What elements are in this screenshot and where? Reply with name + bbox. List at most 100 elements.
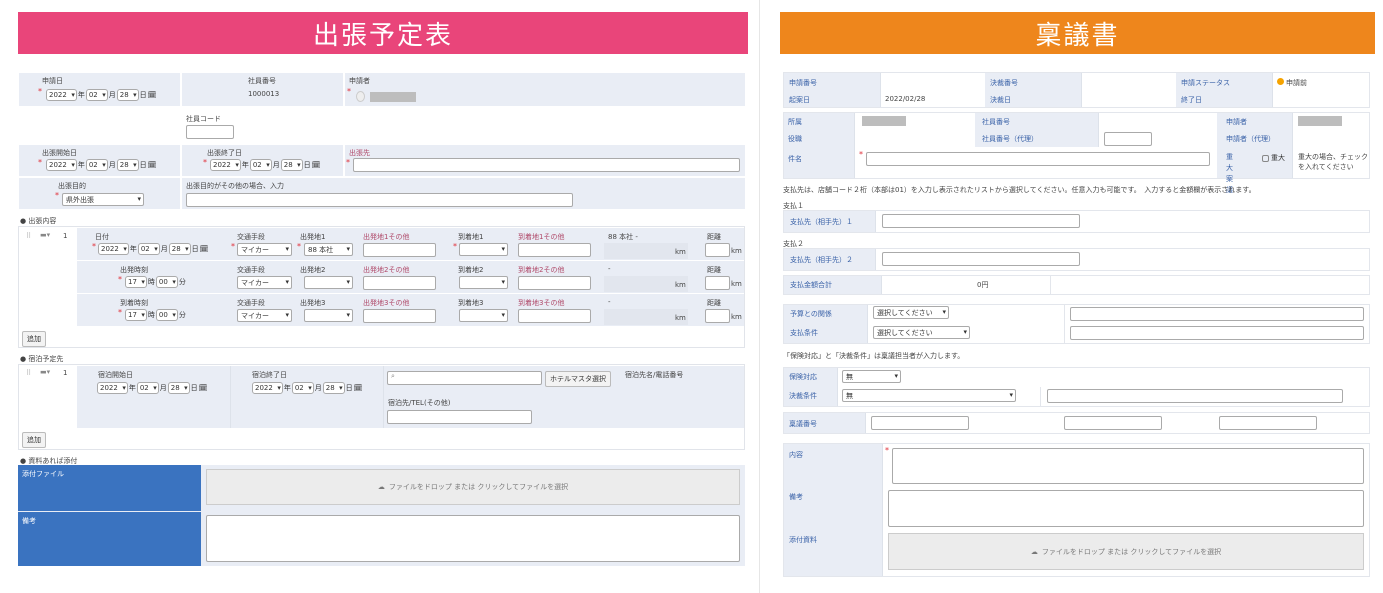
to-other-input[interactable] <box>518 276 591 290</box>
notes-textarea[interactable] <box>888 490 1364 527</box>
depart-time-picker[interactable]: 17時 00分 <box>125 276 186 288</box>
add-trip-button[interactable]: 追加 <box>22 331 46 347</box>
month-select[interactable]: 02 <box>249 159 272 171</box>
end-date-picker[interactable]: 2022年 02月 28日🗓 <box>210 159 321 171</box>
status-label: 終了日 <box>1181 96 1202 104</box>
day-select[interactable]: 28 <box>322 382 345 394</box>
calendar-icon[interactable]: 🗓 <box>312 161 321 169</box>
drag-handle-icon[interactable]: ⠿ <box>26 232 31 240</box>
arrive-time-picker[interactable]: 17時 00分 <box>125 309 186 321</box>
day-select[interactable]: 28 <box>167 382 190 394</box>
month-select[interactable]: 02 <box>85 89 108 101</box>
destination-input[interactable] <box>353 158 740 172</box>
to-other-input[interactable] <box>518 243 591 257</box>
insurance-select[interactable]: 無 <box>842 370 901 383</box>
calendar-icon[interactable]: 🗓 <box>200 245 209 253</box>
to-other-input[interactable] <box>518 309 591 323</box>
add-hotel-button[interactable]: 追加 <box>22 432 46 448</box>
urgent-checkbox[interactable]: 重大 <box>1262 153 1285 163</box>
hotel-master-button[interactable]: ホテルマスタ選択 <box>545 371 611 387</box>
terms-input[interactable] <box>1070 326 1364 340</box>
attach-label: 添付資料 <box>789 536 817 544</box>
from-select[interactable]: 88 本社 <box>304 243 353 256</box>
trip-date-picker[interactable]: 2022年 02月 28日🗓 <box>98 243 209 255</box>
transport-select[interactable]: マイカー <box>237 309 292 322</box>
row-menu-icon[interactable]: ▬▾ <box>40 231 50 239</box>
employee-code-input[interactable] <box>186 125 234 139</box>
budget-label: 予算との関係 <box>790 310 832 318</box>
apply-date-picker[interactable]: 2022年 02月 28日🗓 <box>46 89 157 101</box>
month-select[interactable]: 02 <box>137 243 160 255</box>
minute-select[interactable]: 00 <box>155 276 178 288</box>
calendar-icon[interactable]: 🗓 <box>354 384 363 392</box>
ringi-no-input-1[interactable] <box>871 416 969 430</box>
stay-start-picker[interactable]: 2022年 02月 28日🗓 <box>97 382 208 394</box>
pay2-label: 支払先（相手先）２ <box>790 256 853 264</box>
pay1-input[interactable] <box>882 214 1080 228</box>
row-number: 1 <box>63 232 68 240</box>
file-dropzone[interactable]: ☁ ファイルをドロップ または クリックしてファイルを選択 <box>206 469 740 505</box>
year-select[interactable]: 2022 <box>46 159 77 171</box>
purpose-select[interactable]: 県外出張 <box>62 193 144 206</box>
purpose-other-input[interactable] <box>186 193 573 207</box>
urgent-check-label: 重大 <box>1271 154 1285 162</box>
year-select[interactable]: 2022 <box>46 89 77 101</box>
from-select[interactable] <box>304 276 353 289</box>
from-other-input[interactable] <box>363 243 436 257</box>
drag-handle-icon[interactable]: ⠿ <box>26 369 31 377</box>
hour-select[interactable]: 17 <box>125 309 147 321</box>
file-dropzone[interactable]: ☁ ファイルをドロップ または クリックしてファイルを選択 <box>888 533 1364 570</box>
minute-select[interactable]: 00 <box>155 309 178 321</box>
to-select[interactable] <box>459 309 508 322</box>
emp-no-label: 社員番号 <box>982 118 1010 126</box>
year-select[interactable]: 2022 <box>98 243 129 255</box>
day-select[interactable]: 28 <box>168 243 191 255</box>
hotel-search-input[interactable]: ⌕ <box>387 371 542 385</box>
ringi-no-input-3[interactable] <box>1219 416 1317 430</box>
from-other-input[interactable] <box>363 276 436 290</box>
budget-select[interactable]: 選択してください <box>873 306 949 319</box>
month-select[interactable]: 02 <box>85 159 108 171</box>
day-select[interactable]: 28 <box>280 159 303 171</box>
year-select[interactable]: 2022 <box>210 159 241 171</box>
hour-select[interactable]: 17 <box>125 276 147 288</box>
year-select[interactable]: 2022 <box>97 382 128 394</box>
calendar-icon[interactable]: 🗓 <box>199 384 208 392</box>
day-select[interactable]: 28 <box>116 159 139 171</box>
day-select[interactable]: 28 <box>116 89 139 101</box>
from-select[interactable] <box>304 309 353 322</box>
subject-input[interactable] <box>866 152 1210 166</box>
dropzone-text: ファイルをドロップ または クリックしてファイルを選択 <box>1041 547 1222 556</box>
terms-select[interactable]: 選択してください <box>873 326 970 339</box>
distance-input[interactable] <box>705 243 730 257</box>
to-select[interactable] <box>459 243 508 256</box>
stay-end-picker[interactable]: 2022年 02月 28日🗓 <box>252 382 363 394</box>
month-select[interactable]: 02 <box>291 382 314 394</box>
month-unit: 月 <box>159 384 167 392</box>
pay2-input[interactable] <box>882 252 1080 266</box>
employee-no-value: 1000013 <box>248 90 280 98</box>
notes-textarea[interactable] <box>206 515 740 562</box>
transport-select[interactable]: マイカー <box>237 243 292 256</box>
year-select[interactable]: 2022 <box>252 382 283 394</box>
transport-select[interactable]: マイカー <box>237 276 292 289</box>
stay-start-label: 宿泊開始日 <box>98 371 133 379</box>
status-value: 申請前 <box>1286 79 1307 87</box>
content-textarea[interactable] <box>892 448 1364 484</box>
condition-input[interactable] <box>1047 389 1343 403</box>
distance-input[interactable] <box>705 309 730 323</box>
start-date-picker[interactable]: 2022年 02月 28日🗓 <box>46 159 157 171</box>
budget-input[interactable] <box>1070 307 1364 321</box>
from-other-input[interactable] <box>363 309 436 323</box>
month-select[interactable]: 02 <box>136 382 159 394</box>
condition-select[interactable]: 無 <box>842 389 1016 402</box>
hotel-other-input[interactable] <box>387 410 532 424</box>
to-select[interactable] <box>459 276 508 289</box>
distance-input[interactable] <box>705 276 730 290</box>
calendar-icon[interactable]: 🗓 <box>148 161 157 169</box>
emp-no-proxy-input[interactable] <box>1104 132 1152 146</box>
ringi-no-input-2[interactable] <box>1064 416 1162 430</box>
calendar-icon[interactable]: 🗓 <box>148 91 157 99</box>
date-label: 日付 <box>95 233 109 241</box>
row-menu-icon[interactable]: ▬▾ <box>40 368 50 376</box>
